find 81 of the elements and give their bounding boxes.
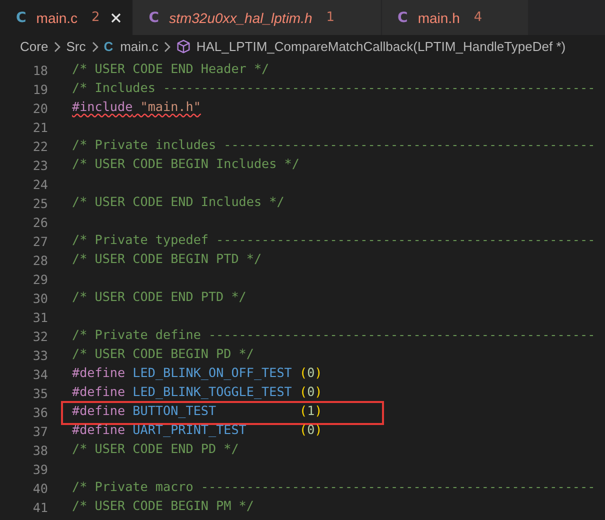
line-number: 30 xyxy=(32,291,48,306)
editor-tab[interactable]: C main.c 2 xyxy=(0,0,133,35)
line-number: 26 xyxy=(32,215,48,230)
line-number: 35 xyxy=(32,386,48,401)
macro-name: UART_PRINT_TEST xyxy=(132,422,248,439)
line-number: 37 xyxy=(32,424,48,439)
c-file-icon: C xyxy=(148,10,160,26)
code-comment: /* USER CODE BEGIN PTD */ xyxy=(72,252,262,268)
code-comment: /* Private includes ------------------------------------------------- xyxy=(72,138,596,154)
line-number: 38 xyxy=(32,443,48,458)
tab-label: stm32u0xx_hal_lptim.h xyxy=(169,10,312,26)
parenthesis: ) xyxy=(314,366,322,382)
parenthesis: ( xyxy=(299,384,308,400)
code-comment: /* USER CODE END PD */ xyxy=(72,442,239,458)
line-number: 19 xyxy=(32,82,48,97)
code-comment: /* USER CODE BEGIN PM */ xyxy=(72,498,254,514)
preprocessor-directive: #include xyxy=(72,100,133,116)
problem-count: 2 xyxy=(92,10,100,25)
cube-icon xyxy=(176,39,192,54)
code-comment: /* USER CODE END Header */ xyxy=(72,62,270,78)
line-number: 18 xyxy=(32,63,48,78)
number-literal: 1 xyxy=(307,404,315,420)
line-number: 33 xyxy=(32,348,48,363)
line-number: 34 xyxy=(32,367,48,382)
editor-tab[interactable]: C main.h 4 xyxy=(382,0,530,35)
breadcrumb-item[interactable]: HAL_LPTIM_CompareMatchCallback(LPTIM_HandleTypeDef *) xyxy=(196,39,566,54)
string-literal: "main.h" xyxy=(139,100,201,116)
line-number: 36 xyxy=(32,405,48,420)
line-number: 41 xyxy=(32,500,48,515)
line-number: 20 xyxy=(32,101,48,116)
breadcrumb-item[interactable]: main.c xyxy=(120,39,158,54)
line-number: 31 xyxy=(32,310,48,325)
chevron-right-icon xyxy=(53,40,62,52)
tab-label: main.c xyxy=(36,10,78,26)
line-number: 40 xyxy=(32,481,48,496)
breadcrumb-item[interactable]: Src xyxy=(66,39,86,54)
problem-count: 4 xyxy=(474,10,482,25)
code-comment: /* USER CODE BEGIN Includes */ xyxy=(72,156,300,172)
parenthesis: ) xyxy=(314,404,322,420)
code-comment: /* USER CODE BEGIN PD */ xyxy=(72,346,254,362)
parenthesis: ( xyxy=(299,422,308,438)
macro-name: LED_BLINK_TOGGLE_TEST xyxy=(132,384,293,401)
c-file-icon: C xyxy=(398,10,408,26)
code-comment: /* Private macro ---------------------------------------------------- xyxy=(72,480,596,496)
line-number: 25 xyxy=(32,196,48,211)
line-number: 21 xyxy=(32,120,48,135)
line-number: 24 xyxy=(32,177,48,192)
parenthesis: ( xyxy=(299,366,308,382)
editor-tab[interactable]: C stm32u0xx_hal_lptim.h 1 xyxy=(132,0,382,35)
line-number: 28 xyxy=(32,253,48,268)
code-comment: /* Includes --------------------------------------------------------- xyxy=(72,80,596,96)
c-file-icon: C xyxy=(16,10,26,26)
code-comment: /* USER CODE END PTD */ xyxy=(72,290,246,306)
number-literal: 0 xyxy=(307,384,315,400)
c-file-icon: C xyxy=(104,39,114,54)
parenthesis: ) xyxy=(314,422,322,438)
preprocessor-directive: #define xyxy=(72,422,126,438)
breadcrumb-item[interactable]: Core xyxy=(20,39,48,54)
code-comment: /* Private define --------------------------------------------------- xyxy=(72,328,596,344)
preprocessor-directive: #define xyxy=(72,366,126,382)
number-literal: 0 xyxy=(307,366,315,382)
line-number: 27 xyxy=(32,234,48,249)
tab-label: main.h xyxy=(418,10,460,26)
chevron-right-icon xyxy=(90,40,99,52)
parenthesis: ) xyxy=(314,384,322,400)
problem-count: 1 xyxy=(326,10,335,25)
line-number: 39 xyxy=(32,462,48,477)
chevron-right-icon xyxy=(163,40,172,52)
macro-name: LED_BLINK_ON_OFF_TEST xyxy=(132,366,293,382)
close-icon[interactable] xyxy=(110,12,122,24)
line-number: 29 xyxy=(32,272,48,287)
preprocessor-directive: #define xyxy=(72,384,126,400)
code-comment: /* USER CODE END Includes */ xyxy=(72,194,284,210)
line-number: 23 xyxy=(32,158,48,173)
number-literal: 0 xyxy=(307,422,315,438)
parenthesis: ( xyxy=(299,404,308,420)
line-number: 32 xyxy=(32,329,48,344)
macro-name: BUTTON_TEST xyxy=(132,404,218,420)
line-number: 22 xyxy=(32,139,48,154)
code-comment: /* Private typedef -------------------------------------------------- xyxy=(72,232,596,249)
preprocessor-directive: #define xyxy=(72,404,126,420)
